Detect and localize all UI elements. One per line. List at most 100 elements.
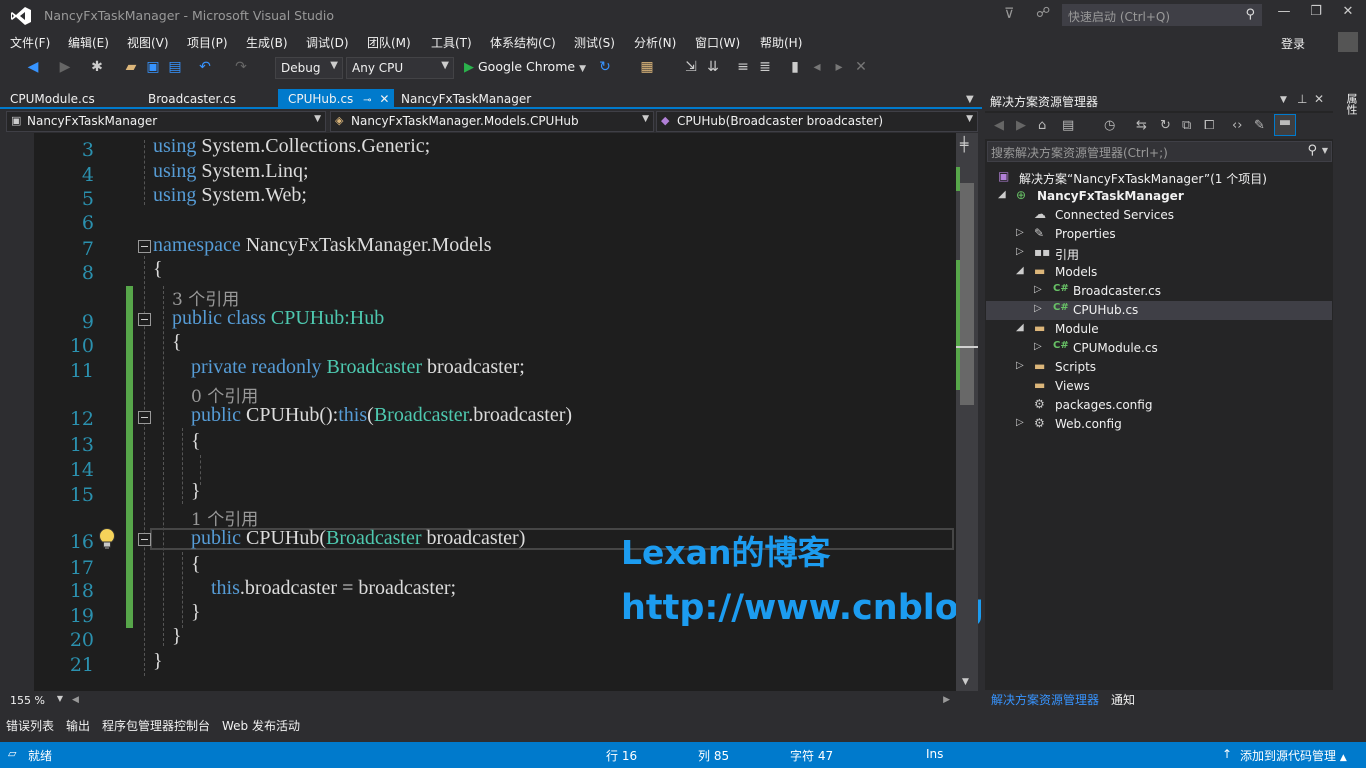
- menu-help[interactable]: 帮助(H): [760, 34, 802, 51]
- collapse-all-icon[interactable]: ⧉: [1182, 118, 1191, 133]
- fold-namespace-button[interactable]: [138, 240, 151, 253]
- tree-item-cpumodule[interactable]: ▷ C# CPUModule.cs: [986, 339, 1332, 358]
- fold-ctor-param-button[interactable]: [138, 533, 151, 546]
- switch-views-icon[interactable]: ▤: [1062, 118, 1074, 133]
- tab-error-list[interactable]: 错误列表: [6, 717, 54, 734]
- zoom-select[interactable]: 155 % ▼: [6, 693, 66, 709]
- lightbulb-icon[interactable]: [96, 527, 118, 551]
- quick-launch-input[interactable]: 快速启动 (Ctrl+Q) ⚲: [1062, 4, 1262, 26]
- preview-selected-items-icon[interactable]: ▬: [1274, 114, 1296, 136]
- add-to-source-control-button[interactable]: 添加到源代码管理 ▲: [1240, 747, 1347, 764]
- menu-file[interactable]: 文件(F): [10, 34, 50, 51]
- back-icon[interactable]: ◀: [994, 118, 1004, 133]
- platform-select[interactable]: Any CPU ▼: [346, 57, 454, 79]
- refresh-icon[interactable]: ↻: [1160, 118, 1171, 133]
- collapsed-arrow-icon[interactable]: ▷: [1016, 360, 1024, 371]
- browser-link-icon[interactable]: ▦: [638, 59, 656, 75]
- member-navigation-select[interactable]: ◆ CPUHub(Broadcaster broadcaster) ▼: [656, 111, 978, 132]
- menu-architecture[interactable]: 体系结构(C): [490, 34, 556, 51]
- tree-item-solution[interactable]: ▣ 解决方案“NancyFxTaskManager”(1 个项目): [986, 168, 1332, 187]
- refresh-browser-icon[interactable]: ↻: [596, 59, 614, 75]
- tab-project[interactable]: NancyFxTaskManager: [391, 89, 535, 109]
- navigate-forward-icon[interactable]: ▶: [56, 59, 74, 75]
- properties-icon[interactable]: ✎: [1254, 118, 1265, 133]
- menu-window[interactable]: 窗口(W): [695, 34, 740, 51]
- menu-debug[interactable]: 调试(D): [306, 34, 349, 51]
- tree-item-cpuhub[interactable]: ▷ C# CPUHub.cs: [986, 301, 1332, 320]
- tree-item-broadcaster[interactable]: ▷ C# Broadcaster.cs: [986, 282, 1332, 301]
- tree-item-references[interactable]: ▷ ▪▪ 引用: [986, 244, 1332, 263]
- tab-overflow-dropdown-icon[interactable]: ▼: [966, 94, 974, 105]
- tab-cpumodule[interactable]: CPUModule.cs: [0, 89, 99, 109]
- menu-tools[interactable]: 工具(T): [431, 34, 472, 51]
- tree-item-scripts-folder[interactable]: ▷ ▬ Scripts: [986, 358, 1332, 377]
- close-window-button[interactable]: ✕: [1332, 4, 1364, 26]
- feedback-icon[interactable]: ☍: [1036, 5, 1050, 21]
- tree-item-connected-services[interactable]: ☁ Connected Services: [986, 206, 1332, 225]
- expanded-arrow-icon[interactable]: ◢: [1016, 265, 1024, 276]
- solution-explorer-search-input[interactable]: 搜索解决方案资源管理器(Ctrl+;) ⚲ ▼: [987, 141, 1332, 162]
- tree-item-web-config[interactable]: ▷ ⚙ Web.config: [986, 415, 1332, 434]
- tab-output[interactable]: 输出: [66, 717, 90, 734]
- minimize-button[interactable]: —: [1268, 4, 1300, 26]
- save-icon[interactable]: ▣: [144, 59, 162, 75]
- configuration-select[interactable]: Debug ▼: [275, 57, 343, 79]
- tree-item-models-folder[interactable]: ◢ ▬ Models: [986, 263, 1332, 282]
- forward-icon[interactable]: ▶: [1016, 118, 1026, 133]
- home-icon[interactable]: ⌂: [1038, 118, 1046, 133]
- tree-item-packages-config[interactable]: ⚙ packages.config: [986, 396, 1332, 415]
- project-navigation-select[interactable]: ▣ NancyFxTaskManager ▼: [6, 111, 326, 132]
- tab-package-manager-console[interactable]: 程序包管理器控制台: [102, 717, 210, 734]
- menu-analyze[interactable]: 分析(N): [634, 34, 676, 51]
- view-code-icon[interactable]: ‹›: [1232, 118, 1242, 133]
- new-project-icon[interactable]: ✱: [88, 59, 106, 75]
- menu-edit[interactable]: 编辑(E): [68, 34, 109, 51]
- bookmark-icon[interactable]: ▮: [786, 59, 804, 75]
- fold-ctor-default-button[interactable]: [138, 411, 151, 424]
- type-navigation-select[interactable]: ◈ NancyFxTaskManager.Models.CPUHub ▼: [330, 111, 654, 132]
- split-editor-icon[interactable]: ╪: [960, 137, 968, 153]
- tree-item-module-folder[interactable]: ◢ ▬ Module: [986, 320, 1332, 339]
- pending-changes-filter-icon[interactable]: ◷: [1104, 118, 1115, 133]
- scroll-left-icon[interactable]: ◀: [72, 695, 79, 705]
- scroll-down-icon[interactable]: ▼: [962, 677, 969, 687]
- navigate-back-icon[interactable]: ◀: [24, 59, 42, 75]
- maximize-button[interactable]: ❐: [1300, 4, 1332, 26]
- fold-class-button[interactable]: [138, 313, 151, 326]
- prev-bookmark-icon[interactable]: ◂: [808, 59, 826, 75]
- menu-team[interactable]: 团队(M): [367, 34, 411, 51]
- collapsed-arrow-icon[interactable]: ▷: [1034, 341, 1042, 352]
- clear-bookmarks-icon[interactable]: ✕: [852, 59, 870, 75]
- menu-project[interactable]: 项目(P): [187, 34, 228, 51]
- step-over-icon[interactable]: ⇊: [704, 59, 722, 75]
- login-link[interactable]: 登录: [1281, 35, 1305, 52]
- expanded-arrow-icon[interactable]: ◢: [1016, 322, 1024, 333]
- tab-broadcaster[interactable]: Broadcaster.cs: [138, 89, 240, 109]
- next-bookmark-icon[interactable]: ▸: [830, 59, 848, 75]
- collapsed-arrow-icon[interactable]: ▷: [1016, 246, 1024, 257]
- tab-web-publish[interactable]: Web 发布活动: [222, 717, 300, 734]
- pin-icon[interactable]: ⊸: [363, 95, 371, 106]
- auto-hide-pin-icon[interactable]: ⊥: [1297, 92, 1307, 106]
- close-panel-icon[interactable]: ✕: [1314, 92, 1324, 106]
- window-position-dropdown-icon[interactable]: ▼: [1280, 95, 1287, 105]
- collapsed-arrow-icon[interactable]: ▷: [1016, 417, 1024, 428]
- comment-icon[interactable]: ≡: [734, 59, 752, 75]
- undo-icon[interactable]: ↶: [196, 59, 214, 75]
- open-file-icon[interactable]: ▰: [122, 59, 140, 75]
- menu-build[interactable]: 生成(B): [246, 34, 288, 51]
- horizontal-scrollbar[interactable]: ◀ ▶: [68, 695, 956, 709]
- menu-view[interactable]: 视图(V): [127, 34, 169, 51]
- uncomment-icon[interactable]: ≣: [756, 59, 774, 75]
- menu-test[interactable]: 测试(S): [574, 34, 615, 51]
- tab-cpuhub[interactable]: CPUHub.cs ⊸ ✕: [278, 89, 394, 109]
- tab-notifications[interactable]: 通知: [1111, 691, 1135, 708]
- expanded-arrow-icon[interactable]: ◢: [998, 189, 1006, 200]
- tree-item-project[interactable]: ◢ ⊕ NancyFxTaskManager: [986, 187, 1332, 206]
- close-tab-icon[interactable]: ✕: [379, 92, 389, 106]
- start-debugging-button[interactable]: ▶ Google Chrome ▼: [464, 59, 586, 75]
- tree-item-views-folder[interactable]: ▬ Views: [986, 377, 1332, 396]
- collapsed-arrow-icon[interactable]: ▷: [1034, 284, 1042, 295]
- tree-item-properties[interactable]: ▷ ✎ Properties: [986, 225, 1332, 244]
- account-icon[interactable]: [1338, 32, 1358, 52]
